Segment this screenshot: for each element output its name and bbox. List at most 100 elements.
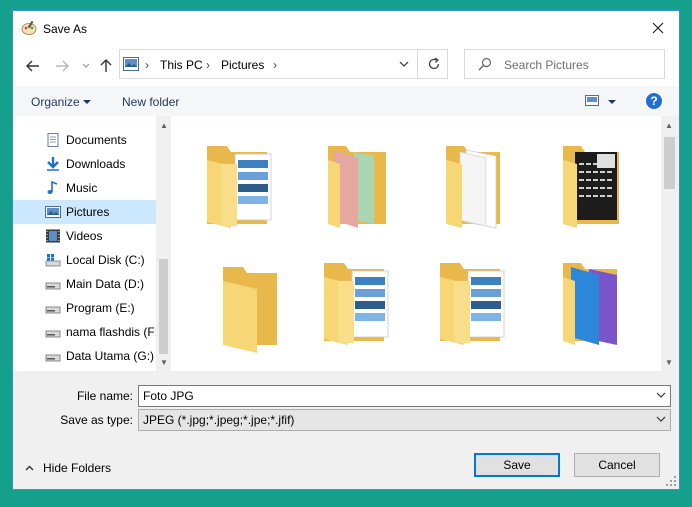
save-type-label: Save as type:	[60, 413, 133, 427]
recent-locations-button[interactable]	[77, 58, 95, 74]
folder-with-colored-sheets-icon	[328, 146, 386, 228]
back-arrow-icon	[26, 60, 39, 72]
organize-dropdown-icon[interactable]	[83, 100, 91, 104]
sidebar-item-local-disk-c[interactable]: Local Disk (C:)	[13, 248, 156, 272]
search-icon	[478, 57, 492, 71]
forward-arrow-icon	[56, 60, 69, 72]
file-name-label: File name:	[76, 389, 133, 403]
file-name-input[interactable]: Foto JPG	[138, 385, 671, 407]
folder-with-images-icon	[440, 263, 505, 345]
sidebar-item-main-data-d[interactable]: Main Data (D:)	[13, 272, 156, 296]
refresh-icon[interactable]	[426, 56, 442, 72]
hide-folders-label: Hide Folders	[43, 461, 112, 475]
up-button[interactable]	[97, 58, 115, 74]
folder-item[interactable]	[430, 136, 510, 236]
chevron-down-icon[interactable]	[656, 390, 666, 400]
sidebar-item-label: Downloads	[66, 157, 126, 171]
help-icon[interactable]: ?	[646, 93, 662, 109]
drive-icon	[45, 354, 61, 362]
sidebar-item-label: nama flashdis (F:	[66, 325, 156, 339]
save-as-dialog: Save As › This PC › Pictures › Search Pi…	[12, 10, 680, 490]
navigation-pane-scroll-thumb[interactable]	[159, 259, 168, 354]
music-icon	[47, 181, 58, 194]
drive-icon	[45, 282, 61, 290]
up-arrow-icon	[100, 59, 112, 72]
file-list-scroll-thumb[interactable]	[664, 137, 675, 189]
breadcrumb-separator[interactable]: ›	[206, 58, 210, 72]
folder-with-images-icon	[207, 146, 272, 228]
scroll-down-icon[interactable]: ▼	[665, 358, 673, 367]
title-bar: Save As	[13, 11, 679, 46]
sidebar-item-flashdisk-f[interactable]: nama flashdis (F:	[13, 320, 156, 344]
sidebar-item-documents[interactable]: Documents	[13, 128, 156, 152]
save-button[interactable]: Save	[474, 453, 560, 477]
downloads-icon	[47, 157, 59, 171]
navigation-pane: Documents Downloads Music Pictures Video…	[13, 116, 156, 371]
window-title: Save As	[43, 22, 88, 36]
search-placeholder: Search Pictures	[504, 58, 589, 72]
new-folder-button[interactable]: New folder	[122, 95, 179, 109]
chevron-down-icon	[82, 63, 90, 68]
folder-with-blue-purple-sheets-icon	[563, 263, 617, 345]
address-bar[interactable]: › This PC › Pictures ›	[119, 49, 448, 79]
sidebar-item-label: Pictures	[66, 205, 110, 219]
sidebar-item-label: Local Disk (C:)	[66, 253, 145, 267]
pictures-location-icon	[123, 57, 139, 71]
save-type-value: JPEG (*.jpg;*.jpeg;*.jpe;*.jfif)	[143, 413, 295, 427]
scroll-down-icon[interactable]: ▼	[160, 358, 168, 367]
pictures-icon	[45, 206, 61, 218]
folder-item[interactable]	[197, 253, 277, 353]
breadcrumb-pictures[interactable]: Pictures	[221, 58, 264, 72]
sidebar-item-pictures[interactable]: Pictures	[13, 200, 156, 224]
folder-item[interactable]	[314, 136, 394, 236]
save-options-panel: File name: Foto JPG Save as type: JPEG (…	[13, 371, 679, 489]
sidebar-item-videos[interactable]: Videos	[13, 224, 156, 248]
address-divider	[417, 50, 418, 78]
folder-item[interactable]	[547, 253, 627, 353]
paint-app-icon	[21, 20, 37, 35]
folder-with-keyboard-photo-icon	[563, 146, 619, 228]
folder-item[interactable]	[430, 253, 510, 353]
close-icon	[652, 22, 664, 34]
sidebar-item-label: Data Utama (G:)	[66, 349, 155, 363]
videos-icon	[46, 229, 60, 243]
change-view-icon[interactable]	[585, 95, 599, 106]
system-drive-icon	[45, 254, 61, 267]
folder-item[interactable]	[197, 136, 277, 236]
sidebar-item-label: Documents	[66, 133, 127, 147]
breadcrumb-separator: ›	[145, 58, 149, 72]
folder-item[interactable]	[547, 136, 627, 236]
save-type-select[interactable]: JPEG (*.jpg;*.jpeg;*.jpe;*.jfif)	[138, 409, 671, 431]
sidebar-item-label: Main Data (D:)	[66, 277, 145, 291]
empty-folder-icon	[223, 267, 277, 353]
file-list	[171, 116, 661, 371]
close-button[interactable]	[643, 15, 673, 41]
chevron-down-icon[interactable]	[656, 414, 666, 424]
navigation-bar: › This PC › Pictures › Search Pictures	[13, 46, 679, 86]
sidebar-item-program-e[interactable]: Program (E:)	[13, 296, 156, 320]
scroll-up-icon[interactable]: ▲	[665, 121, 673, 130]
folder-with-images-icon	[324, 263, 389, 345]
back-button[interactable]	[24, 58, 42, 74]
organize-menu[interactable]: Organize	[31, 95, 80, 109]
sidebar-item-data-utama-g[interactable]: Data Utama (G:)	[13, 344, 156, 368]
view-options-dropdown-icon[interactable]	[608, 100, 616, 104]
breadcrumb-separator[interactable]: ›	[273, 58, 277, 72]
file-name-value: Foto JPG	[143, 389, 194, 403]
folder-with-documents-icon	[446, 146, 500, 229]
documents-icon	[47, 133, 59, 147]
sidebar-item-label: Music	[66, 181, 98, 195]
drive-icon	[45, 306, 61, 314]
breadcrumb-this-pc[interactable]: This PC	[160, 58, 203, 72]
scroll-up-icon[interactable]: ▲	[160, 121, 168, 130]
address-dropdown-icon[interactable]	[396, 56, 412, 72]
cancel-button[interactable]: Cancel	[574, 453, 660, 477]
folder-item[interactable]	[314, 253, 394, 353]
sidebar-item-music[interactable]: Music	[13, 176, 156, 200]
resize-grip-icon[interactable]	[666, 476, 676, 486]
sidebar-item-downloads[interactable]: Downloads	[13, 152, 156, 176]
forward-button[interactable]	[53, 58, 71, 74]
usb-drive-icon	[45, 330, 61, 338]
search-box[interactable]: Search Pictures	[464, 49, 665, 79]
sidebar-item-label: Videos	[66, 229, 103, 243]
